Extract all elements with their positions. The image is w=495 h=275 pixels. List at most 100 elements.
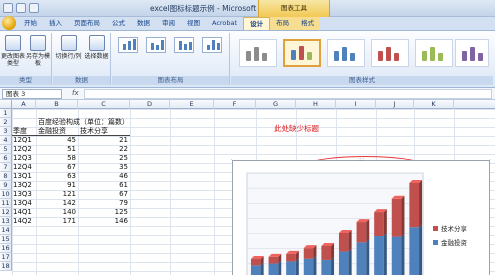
tab-formulas[interactable]: 公式 (106, 17, 131, 30)
tab-layout[interactable]: 布局 (270, 17, 296, 30)
chart-layout-1[interactable] (118, 37, 138, 53)
column-header-g[interactable]: G (256, 100, 296, 109)
row-header-13[interactable]: 13 (0, 217, 12, 226)
table-cell-quarter[interactable]: 12Q3 (13, 154, 35, 163)
name-box[interactable]: 图表 3 (2, 89, 62, 99)
tab-data[interactable]: 数据 (131, 17, 156, 30)
row-header-2[interactable]: 2 (0, 118, 12, 127)
chart-layout-2[interactable] (146, 37, 166, 53)
table-cell-finance[interactable]: 63 (38, 172, 76, 181)
row-header-3[interactable]: 3 (0, 127, 12, 136)
table-cell-quarter[interactable]: 14Q1 (13, 208, 35, 217)
row-header-16[interactable]: 16 (0, 244, 12, 253)
row-header-18[interactable]: 18 (0, 262, 12, 271)
table-cell-finance[interactable]: 45 (38, 136, 76, 145)
fx-icon[interactable]: fx (72, 89, 79, 97)
table-cell-quarter[interactable]: 13Q3 (13, 190, 35, 199)
table-cell-quarter[interactable]: 12Q4 (13, 163, 35, 172)
row-header-11[interactable]: 11 (0, 199, 12, 208)
table-cell-finance[interactable]: 51 (38, 145, 76, 154)
chart-layout-3[interactable] (174, 37, 194, 53)
chart-object[interactable]: :::: · · 技术分享 金融投资 (231, 157, 491, 275)
bar-side (419, 224, 423, 275)
table-cell-quarter[interactable]: 13Q1 (13, 172, 35, 181)
chart-style-3[interactable] (327, 39, 365, 67)
table-cell-finance[interactable]: 58 (38, 154, 76, 163)
table-cell-tech[interactable]: 35 (80, 163, 128, 172)
select-data-button[interactable]: 选择数据 (83, 35, 110, 60)
undo-icon[interactable] (16, 3, 26, 13)
table-cell-finance[interactable]: 91 (38, 181, 76, 190)
table-cell-tech[interactable]: 22 (80, 145, 128, 154)
row-header-7[interactable]: 7 (0, 163, 12, 172)
row-header-6[interactable]: 6 (0, 154, 12, 163)
tab-review[interactable]: 审阅 (156, 17, 181, 30)
chart-canvas: 技术分享金融投资 (246, 172, 468, 275)
row-header-9[interactable]: 9 (0, 181, 12, 190)
chart-style-5[interactable] (415, 39, 453, 67)
row-header-12[interactable]: 12 (0, 208, 12, 217)
table-cell-tech[interactable]: 146 (80, 217, 128, 226)
table-cell-finance[interactable]: 67 (38, 163, 76, 172)
table-cell-quarter[interactable]: 14Q2 (13, 217, 35, 226)
table-cell-quarter[interactable]: 13Q4 (13, 199, 35, 208)
row-header-8[interactable]: 8 (0, 172, 12, 181)
column-header-h[interactable]: H (296, 100, 336, 109)
legend-label: 金融投资 (441, 238, 468, 247)
change-chart-type-button[interactable]: 更改图表类型 (1, 35, 25, 67)
chart-style-4[interactable] (371, 39, 409, 67)
table-cell-quarter[interactable]: 12Q1 (13, 136, 35, 145)
row-header-17[interactable]: 17 (0, 253, 12, 262)
table-cell-tech[interactable]: 25 (80, 154, 128, 163)
cell-b2-title[interactable]: 百度经验构成（单位：篇数） (38, 118, 129, 127)
tab-acrobat[interactable]: Acrobat (206, 17, 243, 30)
chart-style-6[interactable] (455, 39, 489, 67)
tab-home[interactable]: 开始 (18, 17, 43, 30)
save-icon[interactable] (3, 3, 13, 13)
select-all-corner[interactable] (0, 100, 12, 109)
tab-page-layout[interactable]: 页面布局 (68, 17, 106, 30)
row-header-5[interactable]: 5 (0, 145, 12, 154)
redo-icon[interactable] (29, 3, 39, 13)
formula-input[interactable] (84, 89, 492, 99)
row-header-1[interactable]: 1 (0, 109, 12, 118)
column-header-e[interactable]: E (170, 100, 214, 109)
table-cell-tech[interactable]: 67 (80, 190, 128, 199)
column-header-c[interactable]: C (78, 100, 130, 109)
tab-insert[interactable]: 插入 (43, 17, 68, 30)
office-button[interactable] (2, 16, 16, 30)
row-header-14[interactable]: 14 (0, 226, 12, 235)
chart-layouts-group: 图表布局 (112, 33, 230, 85)
chart-layouts-label: 图表布局 (112, 76, 229, 85)
table-cell-finance[interactable]: 142 (38, 199, 76, 208)
bar-tech (250, 259, 261, 266)
tab-format[interactable]: 格式 (295, 17, 321, 30)
row-header-10[interactable]: 10 (0, 190, 12, 199)
column-header-f[interactable]: F (214, 100, 256, 109)
column-header-a[interactable]: A (12, 100, 36, 109)
table-cell-tech[interactable]: 79 (80, 199, 128, 208)
table-cell-quarter[interactable]: 13Q2 (13, 181, 35, 190)
column-header-i[interactable]: I (336, 100, 376, 109)
switch-row-column-button[interactable]: 切换行/列 (55, 35, 82, 60)
table-cell-tech[interactable]: 21 (80, 136, 128, 145)
chart-style-2-selected[interactable] (283, 39, 321, 67)
row-header-15[interactable]: 15 (0, 235, 12, 244)
table-cell-tech[interactable]: 46 (80, 172, 128, 181)
table-cell-finance[interactable]: 171 (38, 217, 76, 226)
column-header-d[interactable]: D (130, 100, 170, 109)
row-header-4[interactable]: 4 (0, 136, 12, 145)
column-header-b[interactable]: B (36, 100, 78, 109)
column-header-j[interactable]: J (376, 100, 414, 109)
tab-view[interactable]: 视图 (181, 17, 206, 30)
column-header-k[interactable]: K (414, 100, 454, 109)
save-as-template-button[interactable]: 另存为模板 (26, 35, 50, 67)
table-cell-finance[interactable]: 121 (38, 190, 76, 199)
table-cell-quarter[interactable]: 12Q2 (13, 145, 35, 154)
chart-style-1[interactable] (239, 39, 277, 67)
table-cell-tech[interactable]: 61 (80, 181, 128, 190)
table-cell-tech[interactable]: 125 (80, 208, 128, 217)
table-cell-finance[interactable]: 140 (38, 208, 76, 217)
tab-design[interactable]: 设计 (243, 17, 271, 30)
chart-layout-4[interactable] (202, 37, 222, 53)
